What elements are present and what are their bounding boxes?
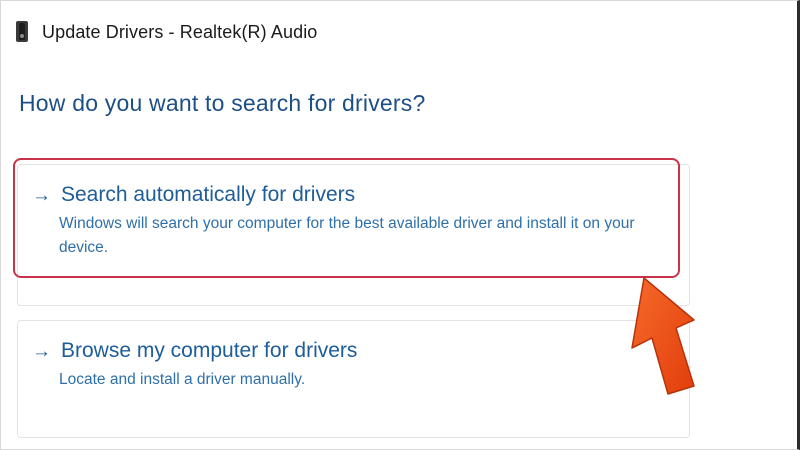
- option-title: Browse my computer for drivers: [61, 339, 358, 362]
- arrow-right-icon: →: [32, 340, 51, 362]
- window-titlebar: Update Drivers - Realtek(R) Audio: [16, 18, 317, 46]
- browse-computer-option[interactable]: → Browse my computer for drivers Locate …: [17, 320, 690, 438]
- highlight-box: [13, 158, 680, 278]
- window-title: Update Drivers - Realtek(R) Audio: [42, 21, 318, 42]
- pointer-arrow-icon: [631, 277, 695, 395]
- option-description: Locate and install a driver manually.: [59, 371, 306, 388]
- audio-device-icon: [16, 21, 29, 43]
- page-heading: How do you want to search for drivers?: [19, 90, 426, 116]
